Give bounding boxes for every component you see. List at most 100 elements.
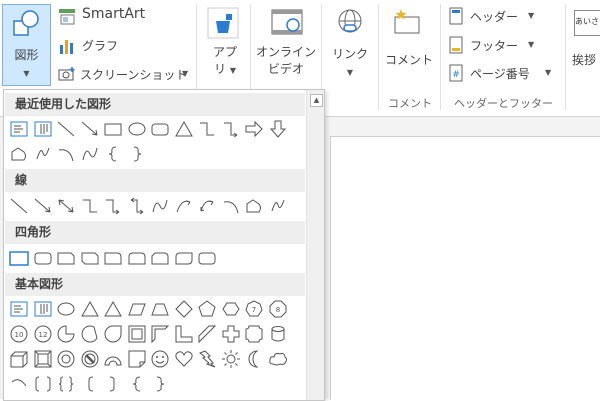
smartart-button[interactable]: SmartArt — [58, 6, 198, 26]
rbracket-shape-icon[interactable] — [103, 374, 123, 394]
vtextbox-shape-icon[interactable] — [33, 299, 53, 319]
pentagon-shape-icon[interactable] — [197, 299, 217, 319]
lbracket-shape-icon[interactable] — [80, 374, 100, 394]
textbox-shape-icon[interactable] — [9, 299, 29, 319]
rbrace-shape-icon[interactable] — [127, 144, 147, 164]
scribble-shape-icon[interactable] — [268, 196, 288, 216]
greeting-button[interactable]: あいさつ 挨拶 — [570, 4, 600, 84]
freeform-shape-icon[interactable] — [9, 144, 29, 164]
arc-shape-icon[interactable] — [56, 144, 76, 164]
elbowarrow-shape-icon[interactable] — [103, 196, 123, 216]
oval-shape-icon[interactable] — [56, 299, 76, 319]
arc-2-shape-icon[interactable] — [9, 374, 29, 394]
curvearrow-shape-icon[interactable] — [174, 196, 194, 216]
rect-shape-icon[interactable] — [103, 119, 123, 139]
shapes-button[interactable]: 図形 ▼ — [2, 4, 51, 86]
diagstripe-shape-icon[interactable] — [197, 324, 217, 344]
rightarrow-shape-icon[interactable] — [244, 119, 264, 139]
footer-button[interactable]: フッター ▼ — [448, 35, 538, 55]
triangle-shape-icon[interactable] — [80, 299, 100, 319]
divider — [565, 4, 566, 110]
lbrace-shape-icon[interactable] — [103, 144, 123, 164]
rbrace-shape-icon[interactable] — [150, 374, 170, 394]
curvedbl-shape-icon[interactable] — [197, 196, 217, 216]
triangle-shape-icon[interactable] — [103, 299, 123, 319]
rectsnip-2-shape-icon[interactable] — [80, 248, 100, 268]
chord-shape-icon[interactable] — [80, 324, 100, 344]
hexagon-shape-icon[interactable] — [221, 299, 241, 319]
arrow-shape-icon[interactable] — [33, 196, 53, 216]
chevron-down-icon: ▼ — [229, 66, 236, 75]
comment-button[interactable]: コメント — [383, 4, 435, 84]
frame-shape-icon[interactable] — [127, 324, 147, 344]
textbox-shape-icon[interactable] — [9, 119, 29, 139]
dblbracket-shape-icon[interactable] — [33, 374, 53, 394]
triangle-shape-icon[interactable] — [174, 119, 194, 139]
document-page[interactable] — [330, 136, 600, 400]
link-button[interactable]: リンク ▼ — [328, 4, 372, 84]
blockarc-shape-icon[interactable] — [103, 349, 123, 369]
foldedcorner-shape-icon[interactable] — [127, 349, 147, 369]
decagon-shape-icon[interactable]: 10 — [9, 324, 29, 344]
oval-shape-icon[interactable] — [127, 119, 147, 139]
moon-shape-icon[interactable] — [244, 349, 264, 369]
octagon-shape-icon[interactable]: 8 — [268, 299, 288, 319]
diamond-shape-icon[interactable] — [174, 299, 194, 319]
rectround-3-shape-icon[interactable] — [174, 248, 194, 268]
rrect-shape-icon[interactable] — [197, 248, 217, 268]
vtextbox-shape-icon[interactable] — [33, 119, 53, 139]
freeform-shape-icon[interactable] — [244, 196, 264, 216]
scroll-up-icon[interactable]: ▲ — [310, 94, 323, 107]
section-basic-shapes: 基本図形 — [5, 273, 305, 296]
cloud-shape-icon[interactable] — [268, 349, 288, 369]
screenshot-button[interactable]: スクリーンショット ▼ — [58, 64, 193, 84]
nosymbol-shape-icon[interactable] — [80, 349, 100, 369]
dodecagon-shape-icon[interactable]: 12 — [33, 324, 53, 344]
parallelogram-shape-icon[interactable] — [127, 299, 147, 319]
lshape-shape-icon[interactable] — [174, 324, 194, 344]
scrollbar[interactable]: ▲ — [306, 90, 324, 400]
scribble-shape-icon[interactable] — [33, 144, 53, 164]
lbrace-shape-icon[interactable] — [127, 374, 147, 394]
arrow-shape-icon[interactable] — [80, 119, 100, 139]
apps-button[interactable]: アプ リ ▼ — [203, 4, 247, 84]
rrect-shape-icon[interactable] — [150, 119, 170, 139]
rectround-2-shape-icon[interactable] — [127, 248, 147, 268]
online-video-button[interactable]: オンライン ビデオ — [255, 4, 317, 84]
downarrow-shape-icon[interactable] — [268, 119, 288, 139]
line-shape-icon[interactable] — [56, 119, 76, 139]
heart-shape-icon[interactable] — [174, 349, 194, 369]
rrect-shape-icon[interactable] — [33, 248, 53, 268]
sun-shape-icon[interactable] — [221, 349, 241, 369]
cross-shape-icon[interactable] — [221, 324, 241, 344]
curve-shape-icon[interactable] — [80, 144, 100, 164]
heptagon-shape-icon[interactable]: 7 — [244, 299, 264, 319]
page-number-button[interactable]: # ページ番号 ▼ — [448, 63, 558, 83]
rectround-1-shape-icon[interactable] — [103, 248, 123, 268]
rectselected-shape-icon[interactable] — [9, 248, 29, 268]
curve-shape-icon[interactable] — [150, 196, 170, 216]
chart-button[interactable]: グラフ — [58, 36, 148, 56]
line-shape-icon[interactable] — [9, 196, 29, 216]
arc-shape-icon[interactable] — [221, 196, 241, 216]
elbow-shape-icon[interactable] — [80, 196, 100, 216]
plaque-shape-icon[interactable] — [244, 324, 264, 344]
donut-shape-icon[interactable] — [56, 349, 76, 369]
rectsnip-shape-icon[interactable] — [56, 248, 76, 268]
dblarrow-shape-icon[interactable] — [56, 196, 76, 216]
lightning-shape-icon[interactable] — [197, 349, 217, 369]
dblbrace-shape-icon[interactable] — [56, 374, 76, 394]
header-button[interactable]: ヘッダー ▼ — [448, 6, 538, 26]
halfframe-shape-icon[interactable] — [150, 324, 170, 344]
trapezoid-shape-icon[interactable] — [150, 299, 170, 319]
can-shape-icon[interactable] — [268, 324, 288, 344]
elbowarrow-shape-icon[interactable] — [221, 119, 241, 139]
bevel-shape-icon[interactable] — [33, 349, 53, 369]
rectsnipround-shape-icon[interactable] — [150, 248, 170, 268]
pie-shape-icon[interactable] — [56, 324, 76, 344]
elbowdbl-shape-icon[interactable] — [127, 196, 147, 216]
teardrop-shape-icon[interactable] — [103, 324, 123, 344]
smiley-shape-icon[interactable] — [150, 349, 170, 369]
cube-shape-icon[interactable] — [9, 349, 29, 369]
elbow-shape-icon[interactable] — [197, 119, 217, 139]
